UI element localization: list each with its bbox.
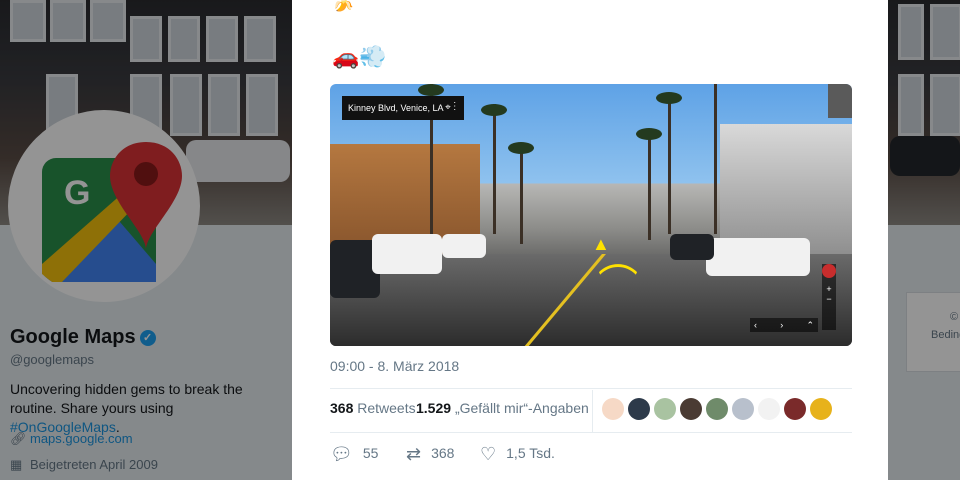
retweet-count: 368 xyxy=(431,445,455,461)
liker-avatar[interactable] xyxy=(784,398,806,420)
palm-fronds xyxy=(418,84,444,96)
palm-tree xyxy=(714,84,717,234)
heart-icon: ♡ xyxy=(480,444,497,464)
palm-tree xyxy=(668,94,671,234)
dash-emoji: 💨 xyxy=(359,44,387,69)
liker-avatar[interactable] xyxy=(732,398,754,420)
zoom-out-icon[interactable]: − xyxy=(826,294,831,304)
streetview-location-label: Kinney Blvd, Venice, LA ⌖ ⋮ xyxy=(342,96,464,120)
expand-icon[interactable]: ⌃ xyxy=(806,318,814,332)
palm-tree xyxy=(648,130,651,240)
retweet-button[interactable]: ⇄ 368 xyxy=(406,444,454,465)
chevron-right-icon[interactable]: › xyxy=(780,318,783,332)
tweet-modal: 🍌 🚗💨 ⌒ ▲ Kinney Blvd, Venice, LA ⌖ ⋮ + −… xyxy=(292,0,888,480)
tweet-media-image[interactable]: ⌒ ▲ Kinney Blvd, Venice, LA ⌖ ⋮ + − ‹ › … xyxy=(330,84,852,346)
parked-car xyxy=(442,234,486,258)
tweet-timestamp[interactable]: 09:00 - 8. März 2018 xyxy=(330,358,459,374)
likes-stat[interactable]: 1.529 „Gefällt mir“-Angaben xyxy=(416,400,589,416)
liker-avatar[interactable] xyxy=(706,398,728,420)
palm-fronds xyxy=(481,104,507,116)
liker-avatar[interactable] xyxy=(602,398,624,420)
streetview-nav[interactable]: ‹ › ⌃ xyxy=(750,318,818,332)
zoom-in-icon[interactable]: + xyxy=(826,284,831,294)
banana-peel-marker: ⌒ xyxy=(598,263,638,307)
palm-tree xyxy=(520,144,523,244)
liker-avatar[interactable] xyxy=(758,398,780,420)
banana-peel-marker: ▲ xyxy=(592,234,610,254)
streetview-thumbnail[interactable] xyxy=(828,84,852,118)
reply-icon: 💬︎ xyxy=(330,444,353,464)
retweet-icon: ⇄ xyxy=(406,444,422,464)
parked-car xyxy=(670,234,714,260)
liker-avatar[interactable] xyxy=(810,398,832,420)
banana-emoji: 🍌 xyxy=(332,0,355,12)
palm-fronds xyxy=(508,142,534,154)
streetview-location-text: Kinney Blvd, Venice, LA xyxy=(348,103,444,113)
divider-vertical xyxy=(592,390,593,432)
car-emoji: 🚗 xyxy=(332,44,360,69)
liker-avatar[interactable] xyxy=(628,398,650,420)
like-count: 1,5 Tsd. xyxy=(506,445,555,461)
divider xyxy=(330,388,852,389)
divider xyxy=(330,432,852,433)
likes-stat-label: „Gefällt mir“-Angaben xyxy=(454,400,589,416)
palm-fronds xyxy=(636,128,662,140)
parked-car xyxy=(706,238,810,276)
palm-fronds xyxy=(656,92,682,104)
chevron-left-icon[interactable]: ‹ xyxy=(754,318,757,332)
tweet-stats: 368 Retweets 1.529 „Gefällt mir“-Angaben xyxy=(330,390,852,432)
retweet-stat-label: Retweets xyxy=(357,400,416,416)
likes-stat-count: 1.529 xyxy=(416,400,452,416)
like-button[interactable]: ♡ 1,5 Tsd. xyxy=(480,444,555,465)
compass-icon[interactable] xyxy=(822,264,836,278)
streetview-zoom-controls[interactable]: + − xyxy=(822,264,836,330)
reply-count: 55 xyxy=(362,445,379,461)
parked-car xyxy=(372,234,442,274)
retweet-stat[interactable]: 368 Retweets xyxy=(330,400,416,416)
liker-avatars xyxy=(602,398,832,420)
reply-button[interactable]: 💬︎ 55 xyxy=(330,444,378,465)
tweet-emoji-row: 🚗💨 xyxy=(332,44,387,70)
retweet-stat-count: 368 xyxy=(330,400,354,416)
liker-avatar[interactable] xyxy=(654,398,676,420)
palm-tree xyxy=(493,104,496,234)
liker-avatar[interactable] xyxy=(680,398,702,420)
map-pin-icon: ⌖ ⋮ xyxy=(445,102,456,113)
